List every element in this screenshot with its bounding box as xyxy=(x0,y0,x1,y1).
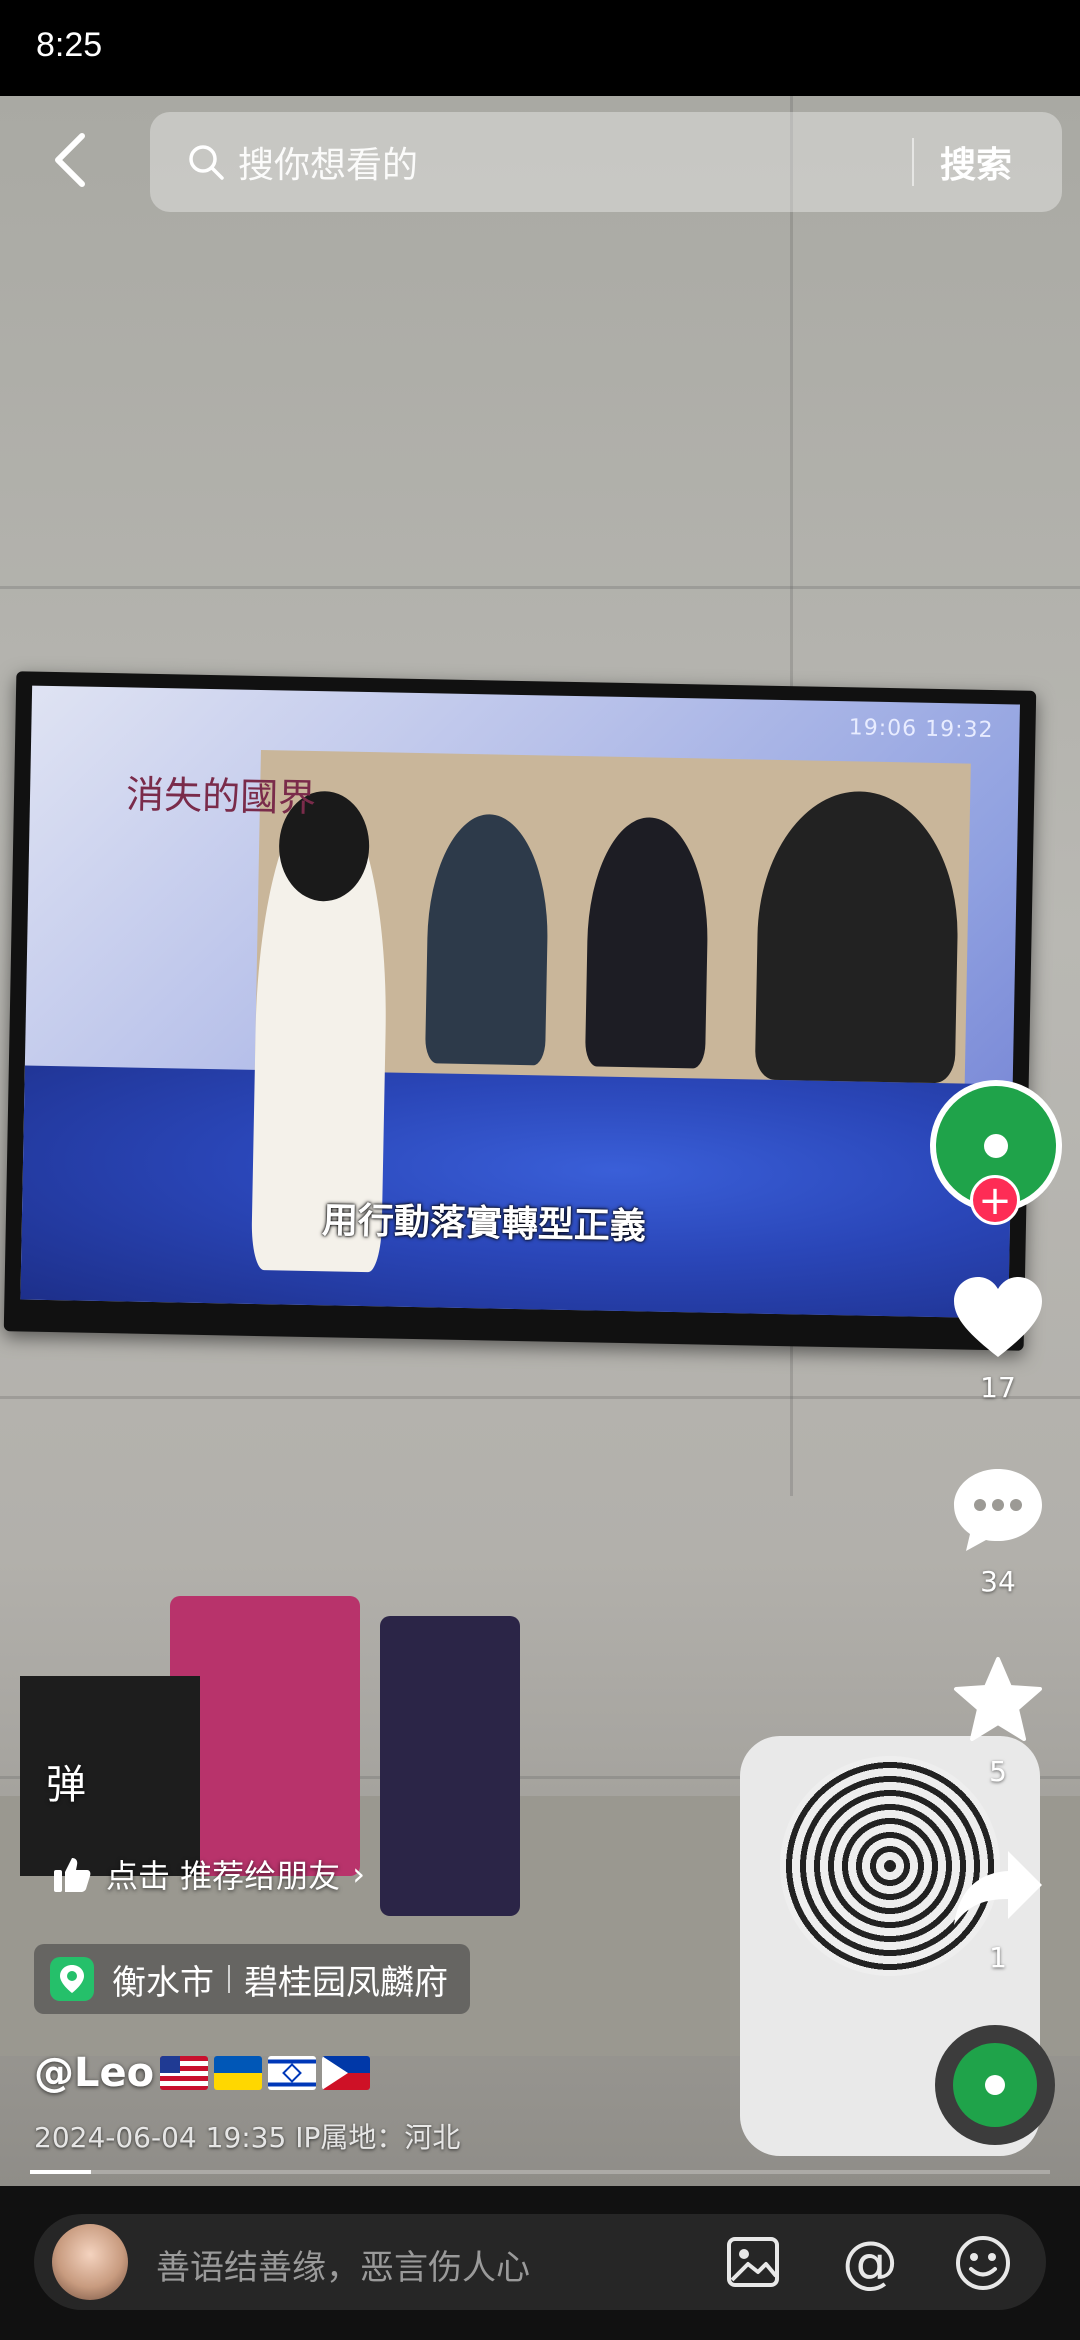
location-city: 衡水市 xyxy=(112,1962,214,2003)
flag-us-icon xyxy=(160,2056,209,2090)
tv-channel-title: 消失的國界 xyxy=(125,772,317,821)
favorite-button[interactable]: 5 xyxy=(938,1655,1058,1788)
tv-subtitle: 用行動落實轉型正義 xyxy=(321,1200,647,1248)
comment-input[interactable]: 善语结善缘，恶言伤人心 xyxy=(156,2240,530,2289)
author-name: @Leo xyxy=(34,2050,155,2096)
author-handle[interactable]: @Leo xyxy=(34,2050,371,2096)
music-disc[interactable] xyxy=(935,2025,1055,2145)
recommend-to-friend[interactable]: 点击 推荐给朋友 › xyxy=(52,1850,365,1898)
comment-input-container[interactable]: 善语结善缘，恶言伤人心 @ xyxy=(34,2214,1046,2310)
tv-clock: 19:06 19:32 xyxy=(848,715,994,744)
location-separator xyxy=(228,1965,230,1993)
share-button[interactable]: 1 xyxy=(938,1845,1058,1974)
back-button[interactable] xyxy=(44,128,100,192)
status-time: 8:25 xyxy=(36,26,103,64)
emoji-icon[interactable] xyxy=(954,2234,1012,2292)
search-button[interactable]: 搜索 xyxy=(940,136,1012,188)
search-input[interactable]: 搜你想看的 xyxy=(238,136,418,188)
comment-button[interactable]: 34 xyxy=(938,1465,1058,1598)
favorite-count: 5 xyxy=(989,1755,1007,1788)
share-icon xyxy=(954,1851,1042,1925)
product-bag-2 xyxy=(380,1616,520,1916)
search-bar[interactable]: 搜你想看的 搜索 xyxy=(150,112,1062,212)
danmu-toggle[interactable]: 弹 xyxy=(46,1752,86,1810)
like-button[interactable]: 17 xyxy=(938,1275,1058,1404)
tv-stage-floor xyxy=(20,1065,1013,1319)
search-icon xyxy=(189,145,224,180)
location-chip[interactable]: 衡水市 碧桂园凤麟府 xyxy=(34,1944,470,2014)
user-avatar[interactable] xyxy=(52,2224,128,2300)
share-count: 1 xyxy=(989,1941,1007,1974)
comment-count: 34 xyxy=(980,1565,1016,1598)
like-count: 17 xyxy=(980,1371,1016,1404)
back-icon xyxy=(55,133,85,187)
status-bar: 8:25 xyxy=(0,0,1080,96)
follow-button[interactable]: + xyxy=(970,1175,1020,1225)
location-pin-icon xyxy=(50,1957,94,2001)
flag-il-icon xyxy=(268,2056,317,2090)
mention-icon[interactable]: @ xyxy=(842,2230,898,2295)
recommend-text: 点击 推荐给朋友 xyxy=(106,1857,341,1895)
post-meta: 2024-06-04 19:35 IP属地：河北 xyxy=(34,2121,461,2154)
search-divider xyxy=(912,138,914,186)
chevron-right-icon: › xyxy=(352,1855,365,1893)
star-icon xyxy=(954,1657,1042,1741)
comment-bar: 善语结善缘，恶言伤人心 @ xyxy=(0,2186,1080,2340)
image-icon[interactable] xyxy=(726,2236,780,2288)
progress-fill xyxy=(30,2170,92,2174)
tv-screen: 消失的國界 19:06 19:32 用行動落實轉型正義 xyxy=(20,685,1020,1319)
comment-icon xyxy=(954,1469,1042,1551)
heart-icon xyxy=(954,1277,1042,1357)
flag-ph-icon xyxy=(322,2056,371,2090)
progress-bar[interactable] xyxy=(30,2170,1050,2174)
flag-ua-icon xyxy=(214,2056,263,2090)
television: 消失的國界 19:06 19:32 用行動落實轉型正義 xyxy=(3,671,1037,1351)
location-place: 碧桂园凤麟府 xyxy=(244,1962,448,2003)
thumbs-up-icon xyxy=(54,1858,91,1892)
